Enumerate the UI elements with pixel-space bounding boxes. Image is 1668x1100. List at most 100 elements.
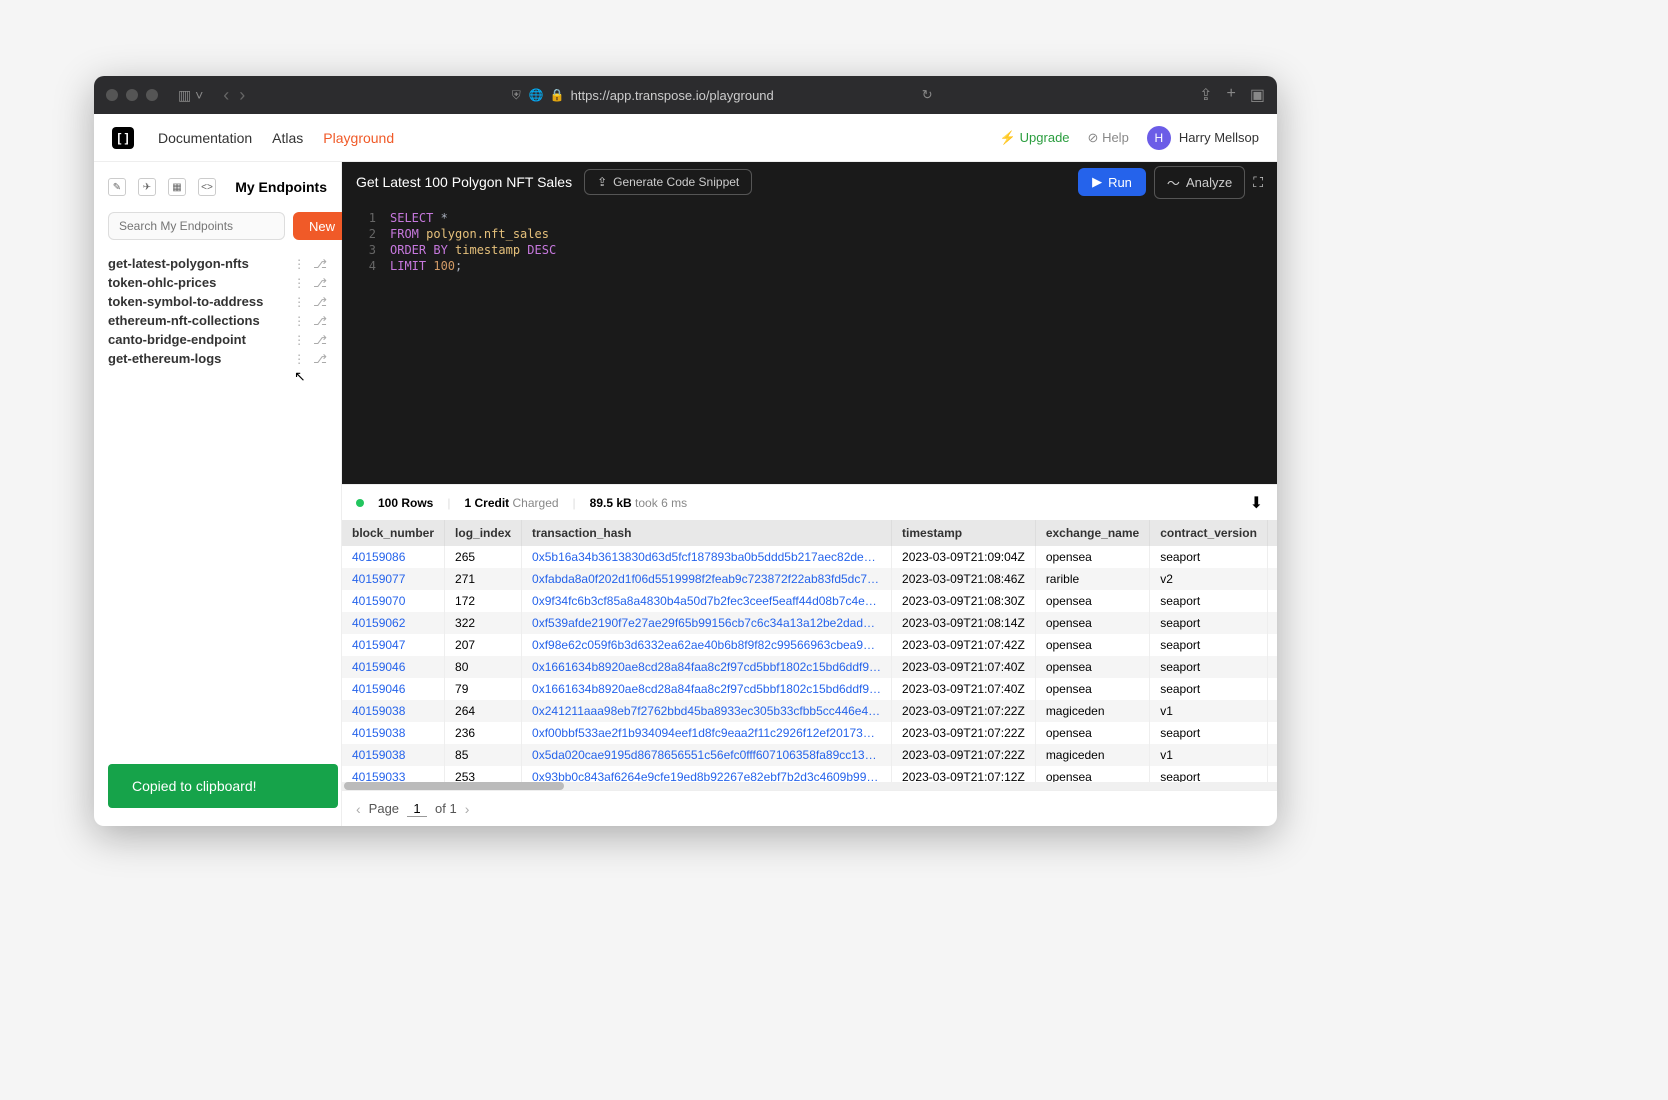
minimize-window-icon[interactable]	[126, 89, 138, 101]
reload-icon[interactable]: ↻	[922, 87, 933, 103]
block-number-cell[interactable]: 40159033	[342, 766, 445, 782]
ag-cell	[1267, 700, 1277, 722]
app-logo[interactable]: [ ]	[112, 127, 134, 149]
column-header[interactable]: exchange_name	[1035, 520, 1149, 546]
sidebar: ✎ ✈ ▦ <> My Endpoints New get-latest-pol…	[94, 162, 342, 826]
block-number-cell[interactable]: 40159038	[342, 744, 445, 766]
bolt-icon: ⚡	[999, 130, 1015, 146]
contract-version-cell: seaport	[1150, 546, 1268, 568]
tx-hash-cell[interactable]: 0x93bb0c843af6264e9cfe19ed8b92267e82ebf7…	[522, 766, 892, 782]
exchange-cell: opensea	[1035, 656, 1149, 678]
block-number-cell[interactable]: 40159047	[342, 634, 445, 656]
endpoint-item[interactable]: get-ethereum-logs⋮⎇	[108, 349, 327, 368]
tx-hash-cell[interactable]: 0x9f34fc6b3cf85a8a4830b4a50d7b2fec3ceef5…	[522, 590, 892, 612]
endpoint-item[interactable]: token-symbol-to-address⋮⎇	[108, 292, 327, 311]
results-table-wrap[interactable]: block_numberlog_indextransaction_hashtim…	[342, 520, 1277, 782]
branch-icon[interactable]: ⎇	[313, 352, 327, 366]
tx-hash-cell[interactable]: 0xf539afde2190f7e27ae29f65b99156cb7c6c34…	[522, 612, 892, 634]
column-header[interactable]: timestamp	[892, 520, 1036, 546]
shield-icon[interactable]: ⛨	[512, 88, 521, 103]
log-index-cell: 207	[445, 634, 522, 656]
more-icon[interactable]: ⋮	[293, 276, 305, 290]
code-editor[interactable]: 1SELECT *2FROM polygon.nft_sales3ORDER B…	[342, 202, 1277, 484]
block-number-cell[interactable]: 40159086	[342, 546, 445, 568]
run-button[interactable]: ▶Run	[1078, 168, 1146, 196]
more-icon[interactable]: ⋮	[293, 352, 305, 366]
user-menu[interactable]: H Harry Mellsop	[1147, 126, 1259, 150]
close-window-icon[interactable]	[106, 89, 118, 101]
more-icon[interactable]: ⋮	[293, 314, 305, 328]
endpoint-item[interactable]: token-ohlc-prices⋮⎇	[108, 273, 327, 292]
url-bar[interactable]: 🌐 🔒 https://app.transpose.io/playground	[529, 88, 774, 103]
search-input[interactable]	[108, 212, 285, 240]
column-header[interactable]: ag	[1267, 520, 1277, 546]
tx-hash-cell[interactable]: 0x5da020cae9195d8678656551c56efc0fff6071…	[522, 744, 892, 766]
column-header[interactable]: log_index	[445, 520, 522, 546]
url-text: https://app.transpose.io/playground	[571, 88, 774, 103]
block-number-cell[interactable]: 40159038	[342, 700, 445, 722]
more-icon[interactable]: ⋮	[293, 257, 305, 271]
nav-documentation[interactable]: Documentation	[158, 130, 252, 146]
block-number-cell[interactable]: 40159077	[342, 568, 445, 590]
endpoint-name: get-latest-polygon-nfts	[108, 256, 293, 271]
timestamp-cell: 2023-03-09T21:07:22Z	[892, 700, 1036, 722]
tx-hash-cell[interactable]: 0xf00bbf533ae2f1b934094eef1d8fc9eaa2f11c…	[522, 722, 892, 744]
help-link[interactable]: ⊘ Help	[1088, 130, 1129, 146]
block-number-cell[interactable]: 40159070	[342, 590, 445, 612]
tabs-icon[interactable]: ▣	[1250, 85, 1265, 105]
branch-icon[interactable]: ⎇	[313, 257, 327, 271]
analyze-button[interactable]: 〜Analyze	[1154, 166, 1245, 199]
generate-snippet-button[interactable]: ⇪Generate Code Snippet	[584, 169, 752, 195]
next-page-icon[interactable]: ›	[465, 801, 470, 817]
page-input[interactable]	[407, 801, 427, 817]
prev-page-icon[interactable]: ‹	[356, 801, 361, 817]
play-icon: ▶	[1092, 174, 1102, 190]
endpoint-item[interactable]: ethereum-nft-collections⋮⎇	[108, 311, 327, 330]
ag-cell	[1267, 612, 1277, 634]
block-number-cell[interactable]: 40159062	[342, 612, 445, 634]
log-index-cell: 236	[445, 722, 522, 744]
tx-hash-cell[interactable]: 0xfabda8a0f202d1f06d5519998f2feab9c72387…	[522, 568, 892, 590]
block-number-cell[interactable]: 40159046	[342, 656, 445, 678]
download-icon[interactable]: ⬇	[1250, 493, 1263, 513]
tx-hash-cell[interactable]: 0x1661634b8920ae8cd28a84faa8c2f97cd5bbf1…	[522, 656, 892, 678]
timestamp-cell: 2023-03-09T21:07:22Z	[892, 744, 1036, 766]
block-number-cell[interactable]: 40159038	[342, 722, 445, 744]
column-header[interactable]: block_number	[342, 520, 445, 546]
tx-hash-cell[interactable]: 0x1661634b8920ae8cd28a84faa8c2f97cd5bbf1…	[522, 678, 892, 700]
nav-playground[interactable]: Playground	[323, 130, 394, 146]
exchange-cell: opensea	[1035, 766, 1149, 782]
more-icon[interactable]: ⋮	[293, 295, 305, 309]
exchange-cell: opensea	[1035, 546, 1149, 568]
expand-icon[interactable]: ⛶	[1253, 174, 1263, 191]
sidebar-toggle-icon[interactable]: ▥ ˅	[178, 87, 203, 104]
user-name: Harry Mellsop	[1179, 130, 1259, 145]
endpoint-item[interactable]: get-latest-polygon-nfts⋮ ⎇	[108, 254, 327, 273]
tx-hash-cell[interactable]: 0x241211aaa98eb7f2762bbd45ba8933ec305b33…	[522, 700, 892, 722]
column-header[interactable]: contract_version	[1150, 520, 1268, 546]
block-number-cell[interactable]: 40159046	[342, 678, 445, 700]
status-dot-icon	[356, 499, 364, 507]
column-header[interactable]: transaction_hash	[522, 520, 892, 546]
horizontal-scrollbar[interactable]	[342, 782, 1277, 790]
branch-icon[interactable]: ⎇	[313, 314, 327, 328]
maximize-window-icon[interactable]	[146, 89, 158, 101]
branch-icon[interactable]: ⎇	[313, 295, 327, 309]
endpoint-item[interactable]: canto-bridge-endpoint⋮⎇	[108, 330, 327, 349]
share-icon[interactable]: ⇪	[1199, 85, 1212, 105]
code-icon[interactable]: <>	[198, 178, 216, 196]
rocket-icon[interactable]: ✈	[138, 178, 156, 196]
more-icon[interactable]: ⋮	[293, 333, 305, 347]
new-tab-icon[interactable]: +	[1227, 85, 1236, 105]
exchange-cell: opensea	[1035, 678, 1149, 700]
branch-icon[interactable]: ⎇	[313, 333, 327, 347]
upgrade-link[interactable]: ⚡Upgrade	[999, 130, 1069, 146]
edit-icon[interactable]: ✎	[108, 178, 126, 196]
branch-icon[interactable]: ⎇	[313, 276, 327, 290]
grid-icon[interactable]: ▦	[168, 178, 186, 196]
tx-hash-cell[interactable]: 0xf98e62c059f6b3d6332ea62ae40b6b8f9f82c9…	[522, 634, 892, 656]
exchange-cell: magiceden	[1035, 744, 1149, 766]
back-button-icon[interactable]: ‹	[223, 85, 229, 106]
nav-atlas[interactable]: Atlas	[272, 130, 303, 146]
tx-hash-cell[interactable]: 0x5b16a34b3613830d63d5fcf187893ba0b5ddd5…	[522, 546, 892, 568]
